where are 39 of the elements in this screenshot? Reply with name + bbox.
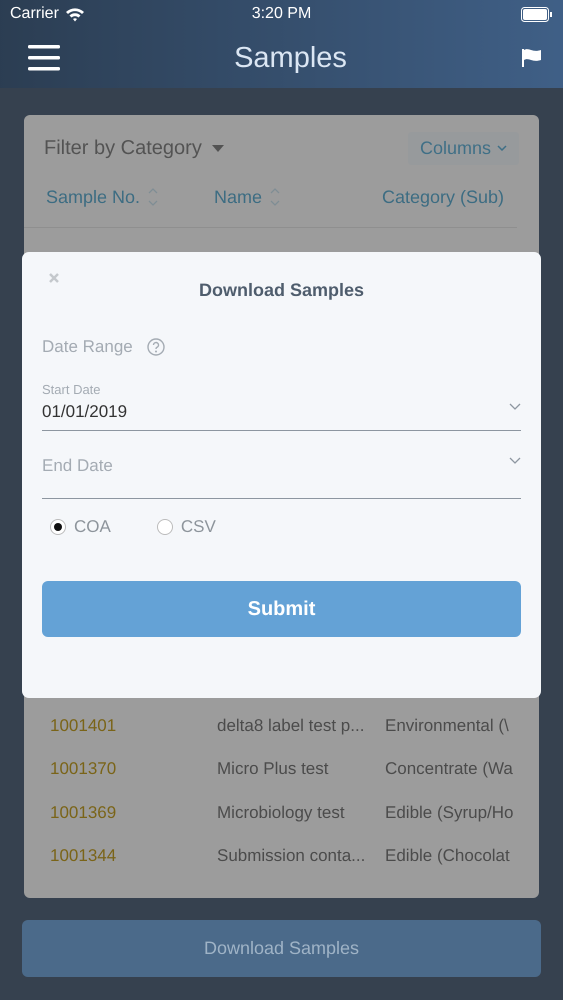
date-field[interactable]: Start Date 01/01/2019 [42, 383, 521, 431]
carrier-label: Carrier [10, 5, 59, 23]
sort-icon[interactable] [270, 187, 280, 207]
clock: 3:20 PM [252, 5, 312, 23]
date-field[interactable]: End Date [42, 431, 521, 499]
columns-button[interactable]: Columns [408, 132, 519, 164]
format-radio[interactable]: CSV [156, 517, 216, 537]
date-range-label: Date Range [42, 337, 133, 357]
sample-number[interactable]: 1001401 [50, 716, 217, 736]
sample-number[interactable]: 1001370 [50, 759, 217, 780]
submit-button[interactable]: Submit [42, 581, 521, 637]
sample-number[interactable]: 1001344 [50, 846, 217, 866]
sort-icon[interactable] [148, 187, 158, 207]
close-icon[interactable] [48, 272, 60, 284]
sample-number[interactable]: 1001369 [50, 802, 217, 823]
sample-category: Edible (Syrup/Ho [385, 802, 515, 823]
page-title: Samples [233, 42, 348, 74]
sample-category: Concentrate (Wa [385, 759, 514, 780]
format-radio[interactable]: COA [50, 517, 111, 537]
caret-icon [212, 144, 224, 152]
sample-category: Edible (Chocolat [385, 846, 511, 866]
sample-name: Submission conta... [217, 846, 366, 866]
sample-name: Micro Plus test [217, 759, 330, 780]
help-icon[interactable] [146, 338, 165, 356]
chevron-icon [509, 457, 521, 464]
chevron-icon [509, 403, 521, 410]
column-header[interactable]: Sample No. [46, 187, 140, 208]
column-header[interactable]: Name [214, 187, 262, 208]
dialog-title: Download Samples [198, 280, 366, 301]
wifi-icon [64, 6, 85, 22]
sample-name: delta8 label test p... [217, 716, 366, 736]
column-header[interactable]: Category (Sub) [382, 187, 504, 208]
filter-dropdown[interactable]: Filter by Category [44, 136, 202, 160]
menu-icon[interactable] [28, 45, 60, 71]
chevron-icon [497, 145, 507, 151]
battery-icon [521, 6, 553, 22]
flag-icon[interactable] [521, 48, 543, 68]
sample-name: Microbiology test [217, 802, 346, 823]
sample-category: Environmental (\ [385, 716, 510, 736]
